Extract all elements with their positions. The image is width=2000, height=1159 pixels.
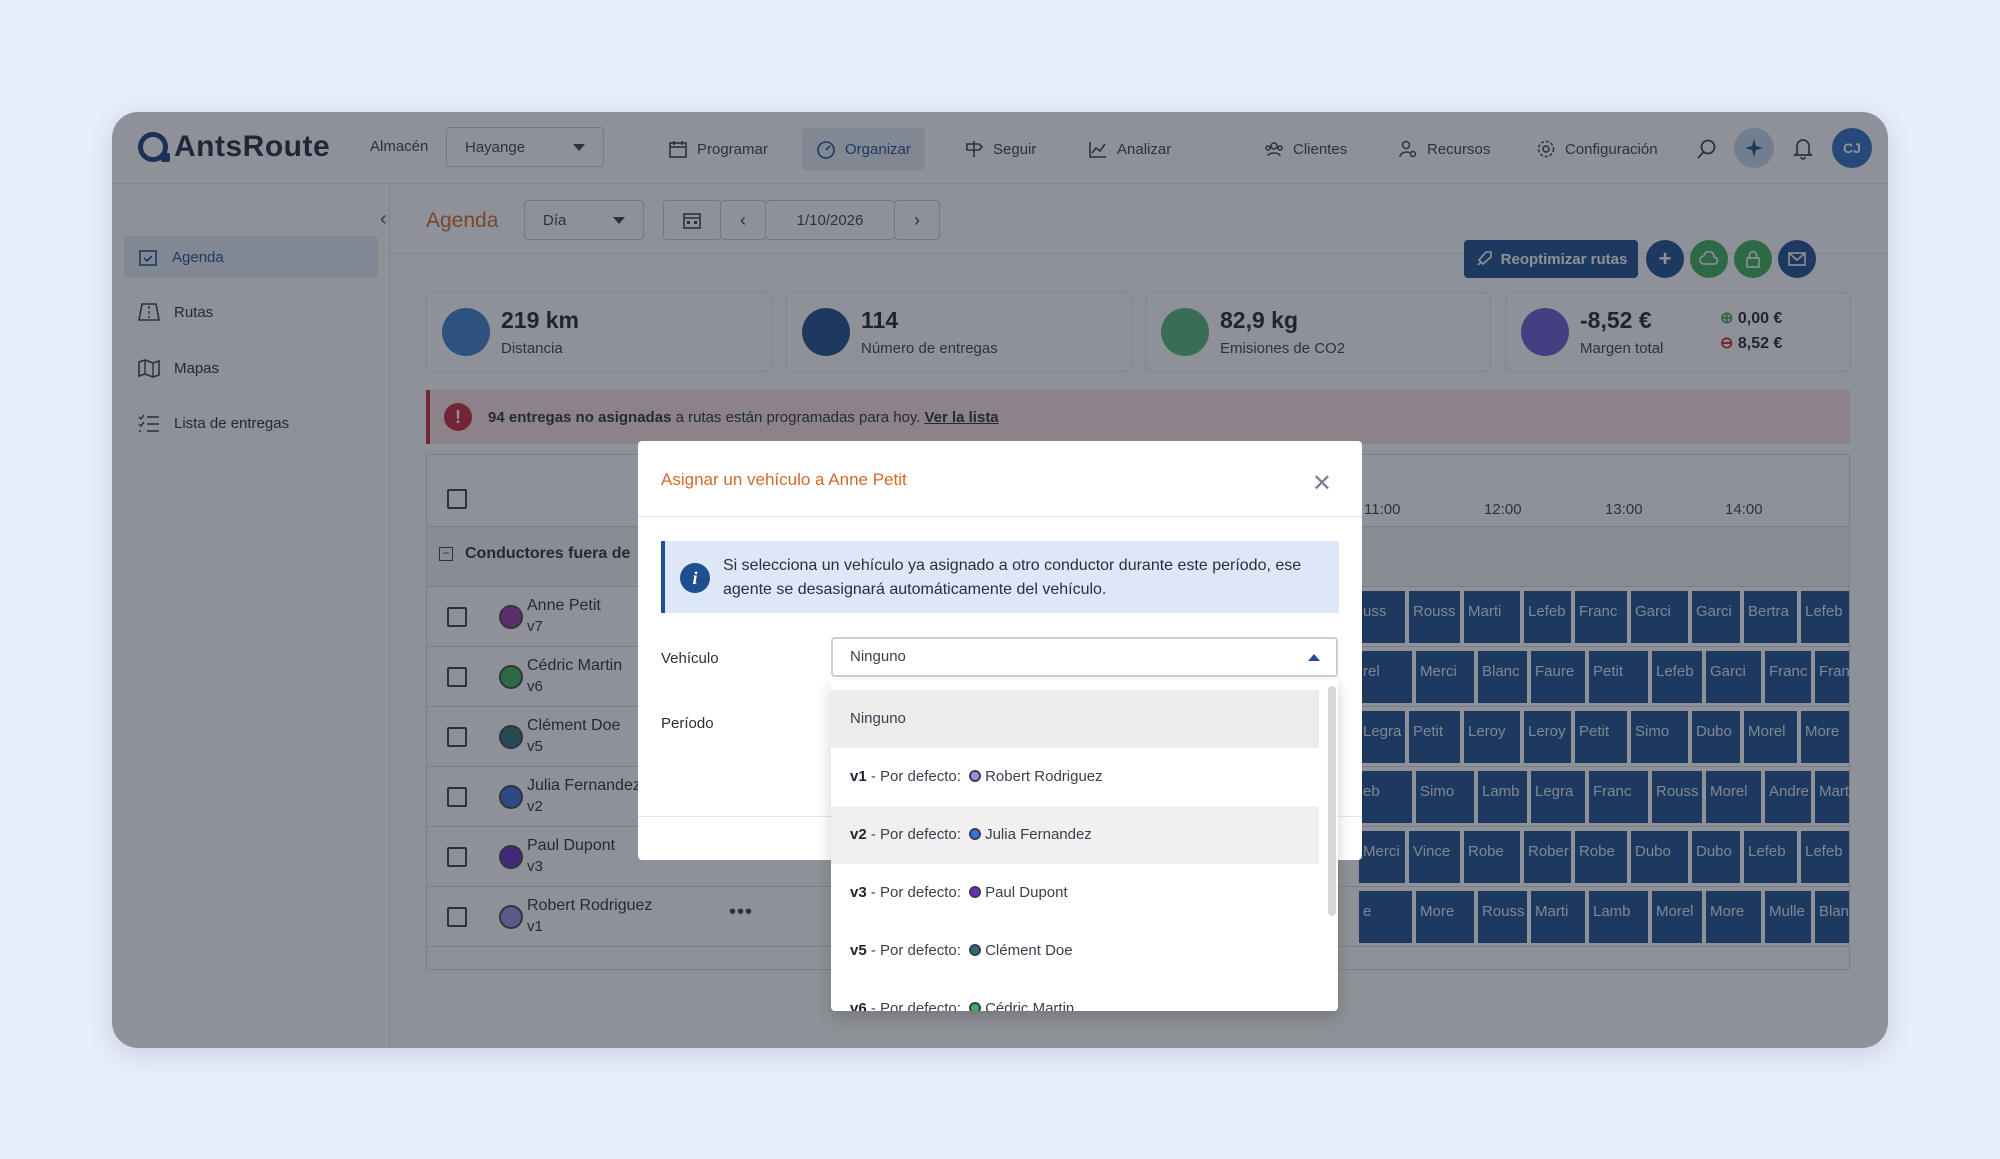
driver-color-dot bbox=[969, 770, 982, 782]
vehicle-label: Vehículo bbox=[661, 650, 719, 667]
vehicle-option[interactable]: v5 - Por defecto: Clément Doe bbox=[831, 922, 1319, 980]
option-prefix: - Por defecto: bbox=[866, 942, 966, 959]
option-code: v1 bbox=[850, 768, 867, 785]
vehicle-select-value: Ninguno bbox=[850, 648, 906, 665]
option-driver: Cédric Martin bbox=[985, 1000, 1075, 1011]
vehicle-option[interactable]: v1 - Por defecto: Robert Rodriguez bbox=[831, 748, 1319, 806]
option-label: Ninguno bbox=[850, 710, 906, 727]
info-text: Si selecciona un vehículo ya asignado a … bbox=[723, 557, 1302, 598]
option-prefix: - Por defecto: bbox=[866, 884, 966, 901]
scrollbar[interactable] bbox=[1328, 686, 1336, 916]
info-banner: i Si selecciona un vehículo ya asignado … bbox=[661, 541, 1339, 613]
period-label: Período bbox=[661, 715, 714, 732]
option-driver: Julia Fernandez bbox=[985, 826, 1092, 843]
vehicle-option[interactable]: v3 - Por defecto: Paul Dupont bbox=[831, 864, 1319, 922]
vehicle-option[interactable]: Ninguno bbox=[831, 690, 1319, 748]
option-code: v3 bbox=[850, 884, 867, 901]
driver-color-dot bbox=[969, 1002, 982, 1011]
vehicle-dropdown: v6 - Por defecto: Cédric Martin v5 - Por … bbox=[831, 680, 1338, 1011]
option-driver: Clément Doe bbox=[985, 942, 1073, 959]
option-code: v5 bbox=[850, 942, 867, 959]
vehicle-option[interactable]: v6 - Por defecto: Cédric Martin bbox=[831, 980, 1319, 1011]
option-driver: Robert Rodriguez bbox=[985, 768, 1103, 785]
option-prefix: - Por defecto: bbox=[866, 826, 966, 843]
vehicle-option[interactable]: v2 - Por defecto: Julia Fernandez bbox=[831, 806, 1319, 864]
vehicle-select[interactable]: Ninguno bbox=[831, 637, 1338, 677]
option-driver: Paul Dupont bbox=[985, 884, 1068, 901]
option-prefix: - Por defecto: bbox=[866, 768, 966, 785]
option-code: v2 bbox=[850, 826, 867, 843]
chevron-up-icon bbox=[1308, 654, 1320, 661]
driver-color-dot bbox=[969, 886, 982, 898]
modal-title: Asignar un vehículo a Anne Petit bbox=[661, 470, 907, 489]
close-icon[interactable]: ✕ bbox=[1312, 469, 1332, 498]
option-code: v6 bbox=[850, 1000, 867, 1011]
option-prefix: - Por defecto: bbox=[866, 1000, 966, 1011]
driver-color-dot bbox=[969, 944, 982, 956]
info-icon: i bbox=[680, 563, 710, 593]
divider bbox=[638, 516, 1362, 517]
driver-color-dot bbox=[969, 828, 982, 840]
